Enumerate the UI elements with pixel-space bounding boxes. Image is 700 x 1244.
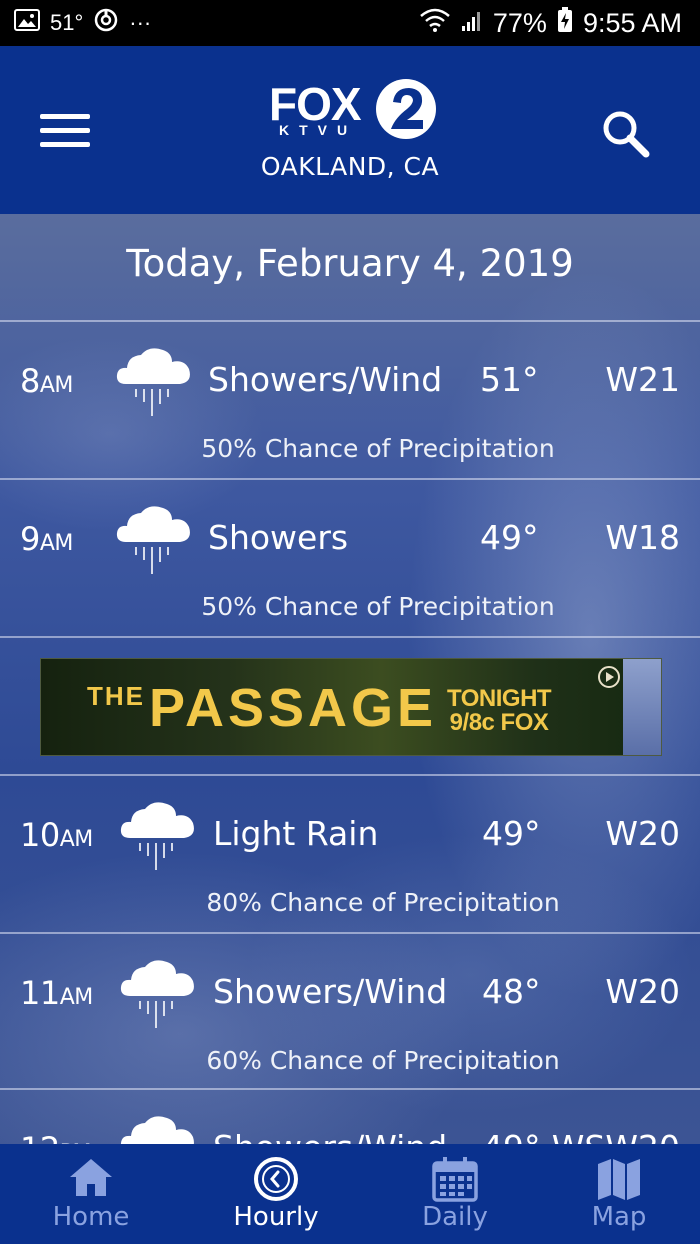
search-icon: [603, 111, 650, 158]
battery-charging-icon: [557, 6, 573, 40]
temperature-text: 48°: [482, 972, 541, 1011]
precipitation-text: 50% Chance of Precipitation: [201, 434, 555, 463]
temperature-text: 49°: [480, 518, 539, 557]
condition-text: Showers/Wind: [208, 360, 443, 399]
hour-number: 10: [20, 816, 60, 854]
logo-two-mark: [376, 79, 436, 139]
condition-text: Showers: [208, 518, 349, 557]
nav-home-label: Home: [52, 1202, 130, 1232]
status-bar: 51° ··· 77% 9:55 AM: [0, 0, 700, 46]
ad-title-main: PASSAGE: [149, 678, 438, 738]
home-icon: [70, 1159, 112, 1196]
menu-button[interactable]: [38, 110, 92, 150]
hamburger-line: [40, 142, 90, 147]
nav-hourly-label: Hourly: [233, 1202, 319, 1232]
hour-number: 9: [20, 520, 40, 558]
hour-time: 10AM: [20, 816, 93, 854]
temperature-text: 51°: [480, 360, 539, 399]
hour-row-11am[interactable]: 11AM Showers/Wind 48° W20 60% Chance of …: [0, 934, 700, 1090]
rain-cloud-icon: [120, 802, 194, 870]
temperature-text: 49°: [482, 1128, 541, 1144]
hour-row-8am[interactable]: 8AM Showers/Wind 51° W21 50% Chance of P…: [0, 322, 700, 478]
precipitation-text: 60% Chance of Precipitation: [206, 1046, 560, 1075]
ad-play-icon[interactable]: [597, 665, 621, 689]
hour-ampm: AM: [59, 985, 94, 1010]
gallery-notification-icon: [14, 9, 40, 37]
hour-number: 8: [20, 362, 40, 400]
rain-cloud-icon: [116, 348, 190, 416]
hour-row-10am[interactable]: 10AM Light Rain 49° W20 80% Chance of Pr…: [0, 776, 700, 932]
condition-text: Showers/Wind: [213, 1128, 447, 1144]
nav-daily-label: Daily: [422, 1202, 488, 1232]
nav-home[interactable]: Home: [11, 1144, 171, 1244]
wind-text: W18: [605, 518, 680, 557]
hour-number: 12: [20, 1130, 60, 1144]
hour-ampm: AM: [39, 373, 74, 398]
precipitation-text: 50% Chance of Precipitation: [201, 592, 555, 621]
rain-cloud-icon: [120, 1116, 194, 1144]
rain-cloud-icon: [120, 960, 194, 1028]
wind-text: WSW20: [552, 1128, 680, 1144]
status-time: 9:55 AM: [582, 7, 682, 38]
hour-time: 9AM: [20, 520, 73, 558]
signal-strength-icon: [461, 8, 483, 39]
ad-schedule-line1: TONIGHT: [447, 685, 552, 712]
ad-show-title: THEPASSAGE: [87, 681, 437, 735]
hour-time: 11AM: [20, 974, 93, 1012]
wifi-icon: [419, 8, 451, 39]
brand: FOX KTVU OAKLAND, CA: [250, 76, 450, 186]
search-button[interactable]: [598, 106, 654, 162]
hour-ampm: AM: [59, 827, 94, 852]
ad-title-the: THE: [87, 681, 145, 711]
app-header: FOX KTVU OAKLAND, CA: [0, 46, 700, 214]
battery-percentage: 77%: [492, 7, 547, 38]
wind-text: W20: [605, 814, 680, 853]
hour-row-9am[interactable]: 9AM Showers 49° W18 50% Chance of Precip…: [0, 480, 700, 636]
condition-text: Light Rain: [213, 814, 379, 853]
date-header: Today, February 4, 2019: [126, 242, 574, 285]
ad-schedule-line2: 9/8c FOX: [449, 709, 549, 736]
status-temperature: 51°: [50, 10, 84, 35]
nav-daily[interactable]: Daily: [375, 1144, 535, 1244]
hamburger-line: [40, 128, 90, 133]
hour-time: 8AM: [20, 362, 73, 400]
bottom-navigation: Home Hourly Daily Map: [0, 1144, 700, 1244]
divider: [0, 636, 700, 638]
hourly-forecast-panel[interactable]: Today, February 4, 2019 8AM Showers/Wind…: [0, 214, 700, 1144]
logo-ktvu-text: KTVU: [279, 122, 358, 138]
location-label: OAKLAND, CA: [260, 152, 440, 181]
ad-schedule: TONIGHT 9/8c FOX: [447, 685, 552, 736]
precipitation-text: 80% Chance of Precipitation: [206, 888, 560, 917]
nav-map[interactable]: Map: [539, 1144, 699, 1244]
ad-edge: [623, 659, 661, 755]
hamburger-line: [40, 114, 90, 119]
nav-map-label: Map: [591, 1202, 647, 1232]
wind-text: W21: [605, 360, 680, 399]
calendar-icon: [432, 1157, 478, 1202]
condition-text: Showers/Wind: [213, 972, 448, 1011]
wind-text: W20: [605, 972, 680, 1011]
fox2-ktvu-logo: FOX KTVU: [265, 76, 436, 146]
temperature-text: 49°: [482, 814, 541, 853]
nav-hourly[interactable]: Hourly: [196, 1144, 356, 1244]
hour-ampm: AM: [39, 531, 74, 556]
rain-cloud-icon: [116, 506, 190, 574]
hour-row-12pm[interactable]: 12PM Showers/Wind 49° WSW20: [0, 1090, 700, 1144]
more-notifications-indicator: ···: [129, 10, 152, 35]
map-icon: [598, 1159, 640, 1200]
hour-number: 11: [20, 974, 60, 1012]
hour-time: 12PM: [20, 1130, 91, 1144]
ad-banner[interactable]: THEPASSAGE TONIGHT 9/8c FOX: [40, 658, 662, 756]
clock-icon: [254, 1157, 298, 1201]
sync-notification-icon: [93, 7, 119, 39]
